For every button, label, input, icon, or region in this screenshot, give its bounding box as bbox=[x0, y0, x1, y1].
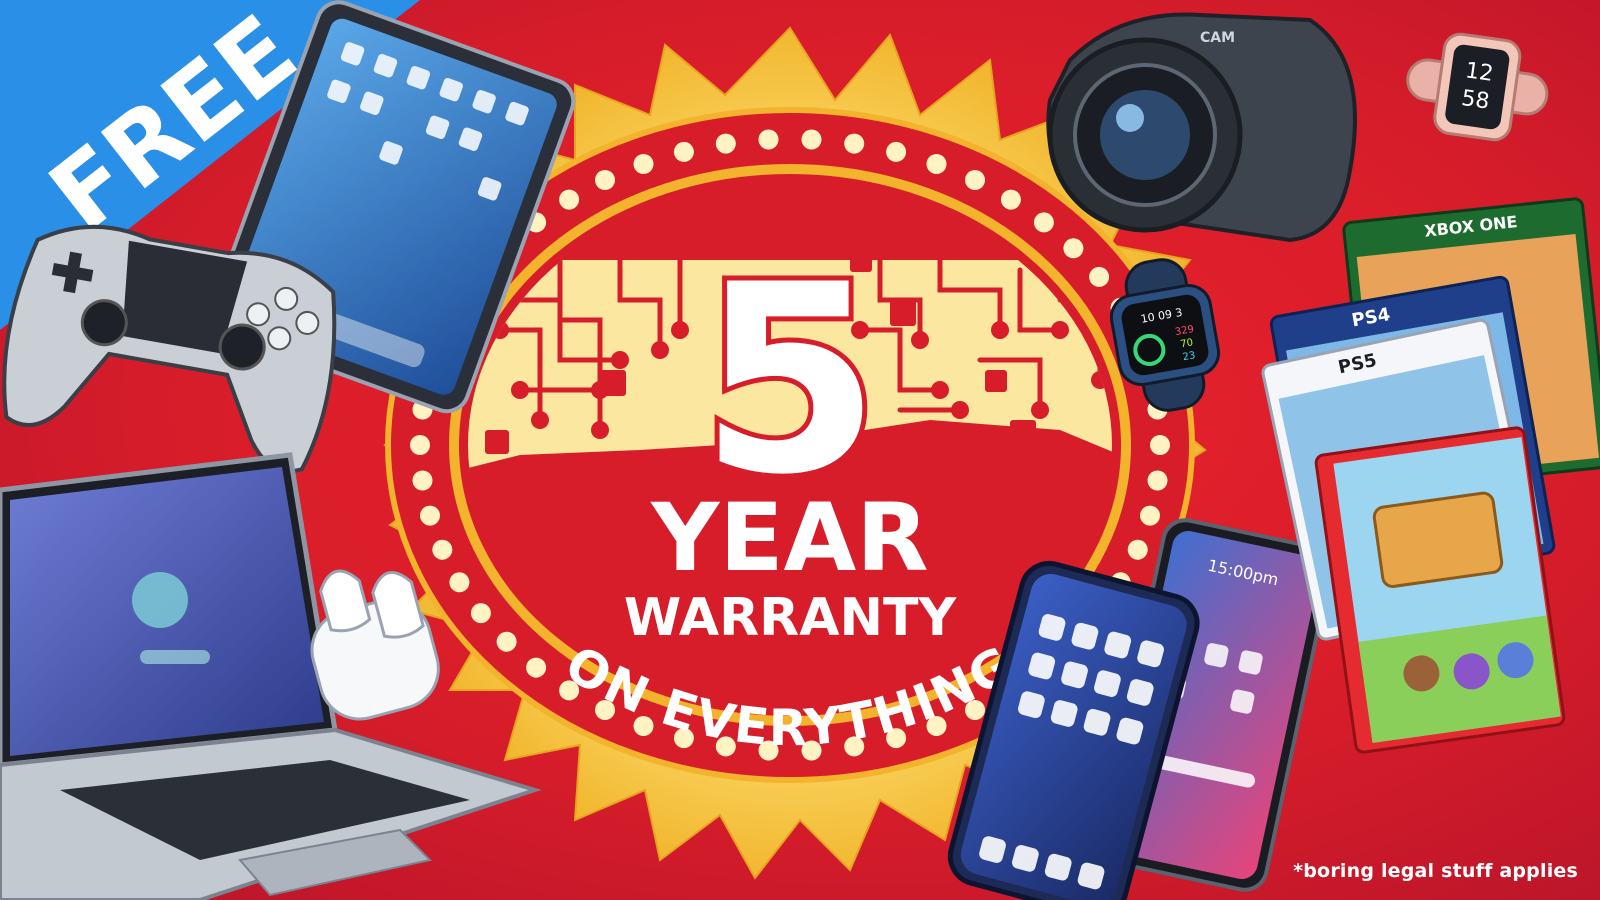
seal-dot bbox=[410, 435, 430, 455]
applewatch-stat-3: 23 bbox=[1182, 350, 1196, 363]
seal-dot bbox=[633, 154, 654, 174]
seal-dot bbox=[801, 129, 822, 150]
seal-dot bbox=[1150, 435, 1170, 455]
seal-dot bbox=[412, 470, 433, 491]
smartwatch-hours: 12 bbox=[1464, 58, 1495, 87]
applewatch-stat-2: 70 bbox=[1180, 337, 1194, 350]
seal-dot bbox=[496, 631, 517, 652]
seal-dot bbox=[965, 170, 985, 190]
seal-dot bbox=[844, 133, 865, 154]
warranty-label: WARRANTY bbox=[624, 588, 958, 648]
game-box-switch bbox=[1314, 426, 1566, 754]
seal-dot bbox=[1033, 212, 1054, 233]
seal-dot bbox=[758, 129, 779, 150]
camera-brand: CAM bbox=[1200, 30, 1235, 46]
seal-dot bbox=[1127, 539, 1148, 560]
seal-dot bbox=[1000, 189, 1021, 210]
seal-dot bbox=[1063, 238, 1084, 259]
seal-dot bbox=[526, 657, 547, 678]
smartwatch-pink: 12 58 bbox=[1406, 32, 1549, 142]
smartwatch-minutes: 58 bbox=[1460, 86, 1491, 115]
seal-dot bbox=[886, 141, 907, 162]
seal-dot bbox=[432, 539, 453, 560]
seal-dot bbox=[1089, 266, 1110, 287]
seal-dot bbox=[595, 170, 615, 190]
warranty-promo-banner: 5 YEAR WARRANTY ON EVERYTHING FREE CAM 1… bbox=[0, 0, 1600, 900]
banner-artwork: 5 YEAR WARRANTY ON EVERYTHING FREE CAM 1… bbox=[0, 0, 1600, 900]
seal-dot bbox=[449, 572, 470, 593]
seal-dot bbox=[715, 133, 736, 154]
seal-dot bbox=[1147, 470, 1168, 491]
seal-dot bbox=[673, 141, 694, 162]
warranty-year-label: YEAR bbox=[650, 484, 928, 593]
seal-dot bbox=[559, 189, 580, 210]
seal-dot bbox=[420, 505, 440, 526]
seal-dot bbox=[470, 603, 491, 624]
camera-device: CAM bbox=[1046, 12, 1357, 243]
seal-dot bbox=[1140, 505, 1160, 526]
seal-dot bbox=[926, 154, 947, 174]
legal-disclaimer: *boring legal stuff applies bbox=[1293, 860, 1578, 882]
